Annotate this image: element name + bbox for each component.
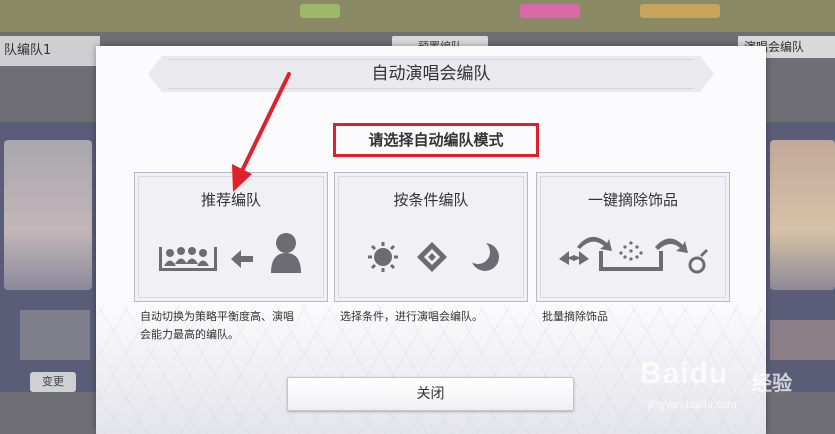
remove-accessories-icon [537,229,729,281]
member-card-right[interactable] [770,140,835,290]
description-line: 批量摘除饰品 [542,310,608,323]
member-stats-left [20,310,90,360]
member-card-left[interactable] [4,140,92,290]
mode-prompt-highlight: 请选择自动编队模式 [333,123,539,157]
option-recommend-team[interactable]: 推荐编队 [134,172,328,302]
option-remove-accessories[interactable]: 一键摘除饰品 [536,172,730,302]
description-line: 自动切换为策略平衡度高、演唱 [140,310,294,323]
watermark-brand: Baidu [640,357,729,390]
option-description-recommend: 自动切换为策略平衡度高、演唱 会能力最高的编队。 [140,308,294,344]
option-description-remove: 批量摘除饰品 [542,308,608,326]
watermark-sub: 经验 [752,371,792,395]
option-condition-team[interactable]: 按条件编队 [334,172,528,302]
dialog-title: 自动演唱会编队 [371,64,491,84]
option-title: 一键摘除饰品 [587,191,678,209]
team-recommend-icon [135,229,327,281]
option-title: 按条件编队 [393,191,469,209]
description-line: 选择条件，进行演唱会编队。 [340,310,483,323]
baidu-watermark: Baidu 经验 jingyan.baidu.com [636,355,832,425]
watermark-url: jingyan.baidu.com [648,399,737,411]
top-status-bar [0,0,835,32]
left-team-header: 队编队1 [0,36,100,66]
close-button[interactable]: 关闭 [287,377,574,411]
attribute-filter-icon [335,229,527,281]
dialog-title-band: 自动演唱会编队 [148,56,714,92]
description-line: 会能力最高的编队。 [140,328,239,341]
option-title: 推荐编队 [200,191,261,209]
member-stats-right [770,320,835,360]
option-description-condition: 选择条件，进行演唱会编队。 [340,308,483,326]
change-button[interactable]: 变更 [30,372,76,392]
